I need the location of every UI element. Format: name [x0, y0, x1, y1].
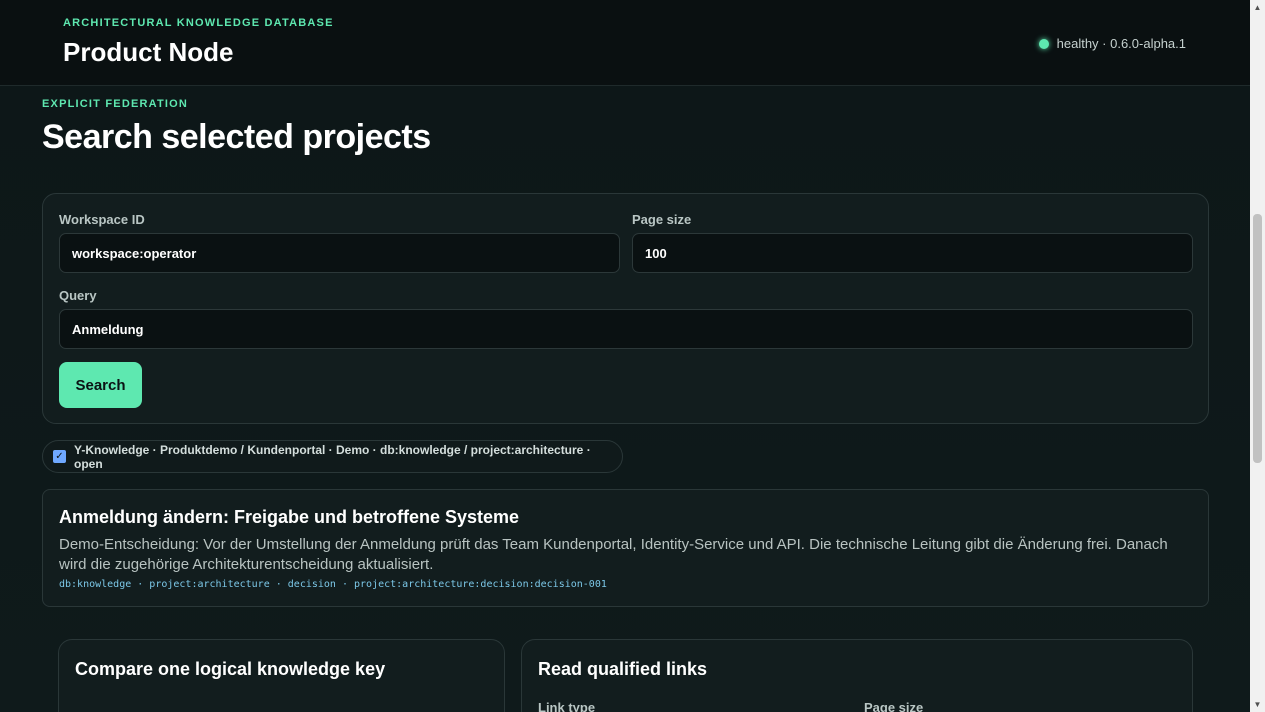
compare-card: Compare one logical knowledge key [58, 639, 505, 712]
health-status: healthy · 0.6.0-alpha.1 [1038, 36, 1186, 51]
status-text: healthy · 0.6.0-alpha.1 [1056, 36, 1186, 51]
scroll-up-icon[interactable]: ▲ [1250, 0, 1265, 15]
page-size-input[interactable]: 100 [632, 233, 1193, 273]
page-title: Search selected projects [42, 118, 431, 156]
result-description: Demo-Entscheidung: Vor der Umstellung de… [59, 536, 1168, 573]
scroll-down-icon[interactable]: ▼ [1250, 697, 1265, 712]
result-meta: db:knowledge · project:architecture · de… [59, 579, 607, 590]
link-type-label: Link type [538, 700, 596, 712]
compare-card-title: Compare one logical knowledge key [75, 659, 386, 679]
section-eyebrow: EXPLICIT FEDERATION [42, 98, 189, 110]
page-size-label: Page size [632, 212, 692, 227]
query-label: Query [59, 288, 97, 303]
links-page-size-label: Page size [864, 700, 924, 712]
links-card-title: Read qualified links [538, 659, 708, 679]
query-input[interactable]: Anmeldung [59, 309, 1193, 349]
search-result-card[interactable]: Anmeldung ändern: Freigabe und betroffen… [42, 489, 1209, 607]
search-button[interactable]: Search [59, 362, 142, 408]
project-label: Y-Knowledge · Produktdemo / Kundenportal… [73, 442, 591, 471]
status-dot-icon [1038, 38, 1049, 49]
project-selector[interactable]: ✓ Y-Knowledge · Produktdemo / Kundenport… [42, 440, 623, 473]
search-form: Workspace ID workspace:operator Page siz… [42, 193, 1209, 424]
workspace-id-input[interactable]: workspace:operator [59, 233, 620, 273]
main-content: EXPLICIT FEDERATION Search selected proj… [0, 86, 1250, 712]
project-checkbox[interactable]: ✓ [53, 450, 66, 463]
scrollbar[interactable]: ▲ ▼ [1250, 0, 1265, 712]
result-title: Anmeldung ändern: Freigabe und betroffen… [59, 507, 520, 527]
workspace-id-label: Workspace ID [59, 212, 145, 227]
app-eyebrow: ARCHITECTURAL KNOWLEDGE DATABASE [63, 17, 334, 29]
app-title: Product Node [63, 37, 234, 67]
app-header: ARCHITECTURAL KNOWLEDGE DATABASE Product… [0, 0, 1250, 86]
scroll-thumb[interactable] [1253, 214, 1262, 463]
links-card: Read qualified links Link type Page size [521, 639, 1193, 712]
